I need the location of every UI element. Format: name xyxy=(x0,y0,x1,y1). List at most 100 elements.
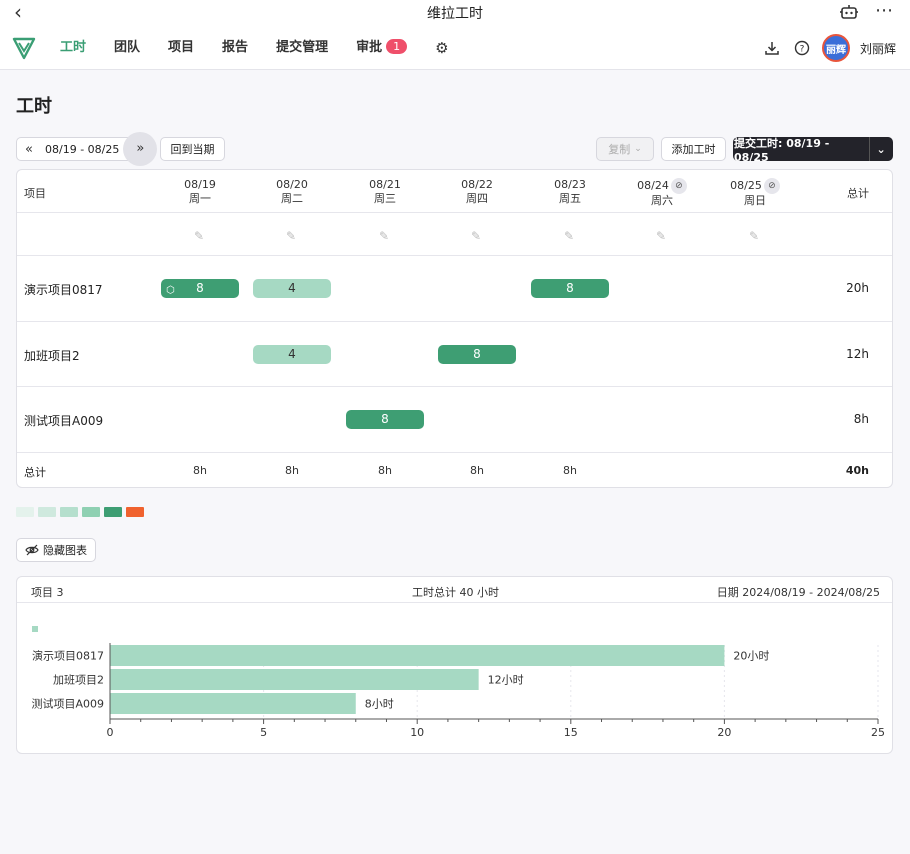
project-name[interactable]: 演示项目0817 xyxy=(24,281,103,298)
hours-cell[interactable]: 8 xyxy=(438,344,516,364)
nav-items: 工时 团队 项目 报告 提交管理 审批 1 ⚙ xyxy=(60,26,477,70)
category-label: 演示项目0817 xyxy=(32,649,104,663)
category-label: 测试项目A009 xyxy=(31,698,104,711)
submit-hours-label: 提交工时: 08/19 - 08/25 xyxy=(734,136,830,164)
day-total: 8h xyxy=(563,464,577,477)
hours-value: 4 xyxy=(288,281,296,295)
x-tick-label: 5 xyxy=(260,726,267,739)
day-date: 08/22 xyxy=(461,178,493,191)
copy-button[interactable]: 复制 ⌄ xyxy=(596,137,654,161)
hours-value: 4 xyxy=(288,346,296,361)
hours-cell[interactable]: 4 xyxy=(253,279,331,298)
day-header: 08/23 周五 xyxy=(530,178,610,206)
day-date: 08/20 xyxy=(276,178,308,191)
hide-day-icon[interactable]: ⊘ xyxy=(763,178,780,194)
hours-value: 8 xyxy=(381,412,389,426)
timesheet-grid: 项目 总计 08/19 周一 08/20 周二 08/21 周三 08/22 周四 08/23 周… xyxy=(16,169,893,488)
svg-text:?: ? xyxy=(800,45,805,55)
avatar[interactable]: 丽辉 xyxy=(821,34,850,62)
nav-item-team[interactable]: 团队 xyxy=(114,26,140,70)
app-logo-icon[interactable] xyxy=(12,36,36,60)
title-bar: ‹ 维拉工时 ⋯ xyxy=(0,0,910,26)
hide-chart-button[interactable]: 隐藏图表 xyxy=(16,538,96,562)
day-header: 08/24 ⊘ 周六 xyxy=(622,178,702,208)
data-label: 12小时 xyxy=(488,674,524,687)
day-header: 08/22 周四 xyxy=(437,178,517,206)
row-total: 20h xyxy=(846,281,869,295)
day-header: 08/25 ⊘ 周日 xyxy=(715,178,795,208)
approval-count-badge: 1 xyxy=(386,39,408,54)
day-total: 8h xyxy=(470,464,484,477)
legend-swatch xyxy=(104,507,122,517)
edit-day-pencil-icon[interactable]: ✎ xyxy=(379,229,389,243)
nav-item-projects[interactable]: 项目 xyxy=(168,26,194,70)
submit-hours-button[interactable]: 提交工时: 08/19 - 08/25 ⌄ xyxy=(733,136,893,164)
day-total: 8h xyxy=(285,464,299,477)
day-date: 08/25 xyxy=(730,179,762,192)
edit-day-pencil-icon[interactable]: ✎ xyxy=(471,229,481,243)
tag-icon[interactable]: ⬡ xyxy=(166,281,175,300)
day-total: 8h xyxy=(378,464,392,477)
window-title: 维拉工时 xyxy=(427,6,483,22)
back-to-current-button[interactable]: 回到当期 xyxy=(160,137,225,161)
category-label: 加班项目2 xyxy=(53,674,104,687)
copy-button-label: 复制 xyxy=(608,143,631,156)
project-name[interactable]: 测试项目A009 xyxy=(24,412,103,429)
nav-item-reports[interactable]: 报告 xyxy=(222,26,248,70)
download-icon[interactable] xyxy=(762,38,782,58)
edit-day-pencil-icon[interactable]: ✎ xyxy=(286,229,296,243)
totals-row: 总计 40h 8h 8h 8h 8h 8h xyxy=(17,453,892,487)
submit-dropdown-chevron-icon[interactable]: ⌄ xyxy=(869,137,892,161)
hours-value: 8 xyxy=(566,281,574,295)
nav-item-approvals[interactable]: 审批 1 xyxy=(356,26,408,70)
hide-day-icon[interactable]: ⊘ xyxy=(670,178,687,194)
nav-right: ? 丽辉 刘丽辉 xyxy=(762,26,896,70)
help-icon[interactable]: ? xyxy=(792,38,812,58)
prev-period-icon[interactable]: « xyxy=(17,142,41,157)
summary-chart-card: 项目 3 工时总计 40 小时 日期 2024/08/19 - 2024/08/… xyxy=(16,576,893,754)
legend-marker xyxy=(32,626,38,632)
robot-icon[interactable] xyxy=(840,4,858,20)
edit-day-pencil-icon[interactable]: ✎ xyxy=(656,229,666,243)
date-range-selector: « 08/19 - 08/25 » xyxy=(16,132,158,166)
legend-swatch xyxy=(60,507,78,517)
edit-day-pencil-icon[interactable]: ✎ xyxy=(749,229,759,243)
day-weekday: 周四 xyxy=(466,192,488,205)
date-range-label[interactable]: 08/19 - 08/25 xyxy=(41,143,123,156)
more-icon[interactable]: ⋯ xyxy=(875,0,894,21)
edit-day-pencil-icon[interactable]: ✎ xyxy=(564,229,574,243)
nav-item-submissions[interactable]: 提交管理 xyxy=(276,26,328,70)
project-row: 加班项目2 4 8 12h xyxy=(17,322,892,387)
hours-value: 8 xyxy=(196,281,204,295)
legend-swatch xyxy=(38,507,56,517)
edit-day-pencil-icon[interactable]: ✎ xyxy=(194,229,204,243)
back-icon[interactable]: ‹ xyxy=(14,2,22,22)
user-name[interactable]: 刘丽辉 xyxy=(860,40,896,57)
hours-cell[interactable]: 8 xyxy=(346,410,424,429)
hours-cell[interactable]: 4 xyxy=(253,344,331,364)
legend-swatch xyxy=(16,507,34,517)
totals-label: 总计 xyxy=(24,466,46,479)
nav-item-hours[interactable]: 工时 xyxy=(60,26,86,70)
add-hours-button[interactable]: 添加工时 xyxy=(661,137,726,161)
data-label: 8小时 xyxy=(365,698,394,711)
day-weekday: 周一 xyxy=(189,192,211,205)
data-label: 20小时 xyxy=(733,650,769,663)
day-date: 08/21 xyxy=(369,178,401,191)
hours-cell[interactable]: 8 xyxy=(531,279,609,298)
next-period-icon[interactable]: » xyxy=(123,132,158,166)
grid-header-row: 项目 总计 08/19 周一 08/20 周二 08/21 周三 08/22 周四 08/23 周… xyxy=(17,170,892,213)
day-date: 08/24 xyxy=(637,179,669,192)
legend-swatch xyxy=(126,507,144,517)
chart-header: 项目 3 工时总计 40 小时 日期 2024/08/19 - 2024/08/… xyxy=(17,577,892,603)
x-tick-label: 10 xyxy=(410,726,424,739)
day-weekday: 周五 xyxy=(559,192,581,205)
hours-cell[interactable]: ⬡ 8 xyxy=(161,279,239,298)
day-weekday: 周三 xyxy=(374,192,396,205)
project-name[interactable]: 加班项目2 xyxy=(24,347,80,364)
legend-swatch xyxy=(82,507,100,517)
x-tick-label: 15 xyxy=(564,726,578,739)
date-range-summary: 日期 2024/08/19 - 2024/08/25 xyxy=(716,586,880,599)
row-total: 8h xyxy=(853,412,869,426)
settings-gear-icon[interactable]: ⚙ xyxy=(435,26,448,70)
